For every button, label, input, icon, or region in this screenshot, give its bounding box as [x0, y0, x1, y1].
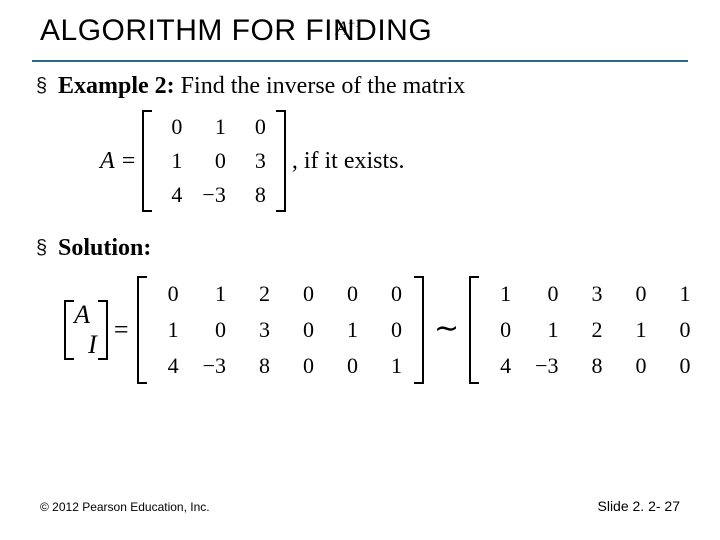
solution-label: Solution:: [58, 235, 151, 261]
ai-eq: =: [114, 315, 129, 345]
matrix-ai-table: 012000 103010 4−38001: [147, 276, 414, 384]
slide: ALGORITHM FOR FINDING A−1 § Example 2: F…: [0, 0, 720, 540]
bullet-icon: §: [36, 234, 58, 262]
bracket-right-icon: [414, 276, 424, 384]
ai-a: A: [74, 300, 90, 329]
bracket-left-icon: [137, 276, 147, 384]
a-inverse-symbol: A−1: [336, 16, 361, 41]
ai-i: I: [88, 330, 97, 359]
matrix-step: 103010 012100 4−38001: [469, 276, 720, 384]
bracket-left-icon: [469, 276, 479, 384]
matrix-step-table: 103010 012100 4−38001: [479, 276, 720, 384]
bracket-left-icon: [64, 300, 70, 360]
example-label: Example 2:: [58, 73, 175, 99]
title-rule: [32, 60, 688, 62]
matrix-a: 010 103 4−38: [142, 110, 285, 212]
matrix-a-lhs: A =: [100, 148, 136, 175]
row-equiv-symbol: ∼: [434, 311, 459, 346]
example-rest: Find the inverse of the matrix: [175, 73, 466, 99]
slide-title: ALGORITHM FOR FINDING: [40, 14, 432, 47]
footer-copyright: © 2012 Pearson Education, Inc.: [40, 500, 210, 514]
solution-block: § Solution: AI =: [36, 234, 684, 384]
bracket-right-icon: [102, 300, 108, 360]
bracket-left-icon: [142, 110, 152, 212]
matrix-a-line: A = 010 103 4−38 , if it exists.: [100, 110, 684, 212]
solution-line: AI = 012000 103010 4−38001 ∼: [64, 276, 684, 384]
a-inverse-sup: −1: [348, 16, 361, 30]
body: § Example 2: Find the inverse of the mat…: [36, 72, 684, 384]
a-inverse-base: A: [336, 18, 348, 40]
footer-slide-number: Slide 2. 2- 27: [598, 498, 681, 514]
solution-bullet-row: § Solution:: [36, 234, 684, 262]
matrix-ai: 012000 103010 4−38001: [137, 276, 424, 384]
ai-label: AI =: [64, 300, 129, 360]
solution-label-wrap: Solution:: [58, 234, 151, 262]
matrix-a-table: 010 103 4−38: [152, 110, 275, 212]
matrix-a-suffix: , if it exists.: [292, 148, 405, 175]
ai-bracket: AI: [64, 300, 108, 360]
bracket-right-icon: [276, 110, 286, 212]
example-text: Example 2: Find the inverse of the matri…: [58, 72, 465, 100]
bullet-icon: §: [36, 72, 58, 100]
example-bullet-row: § Example 2: Find the inverse of the mat…: [36, 72, 684, 100]
